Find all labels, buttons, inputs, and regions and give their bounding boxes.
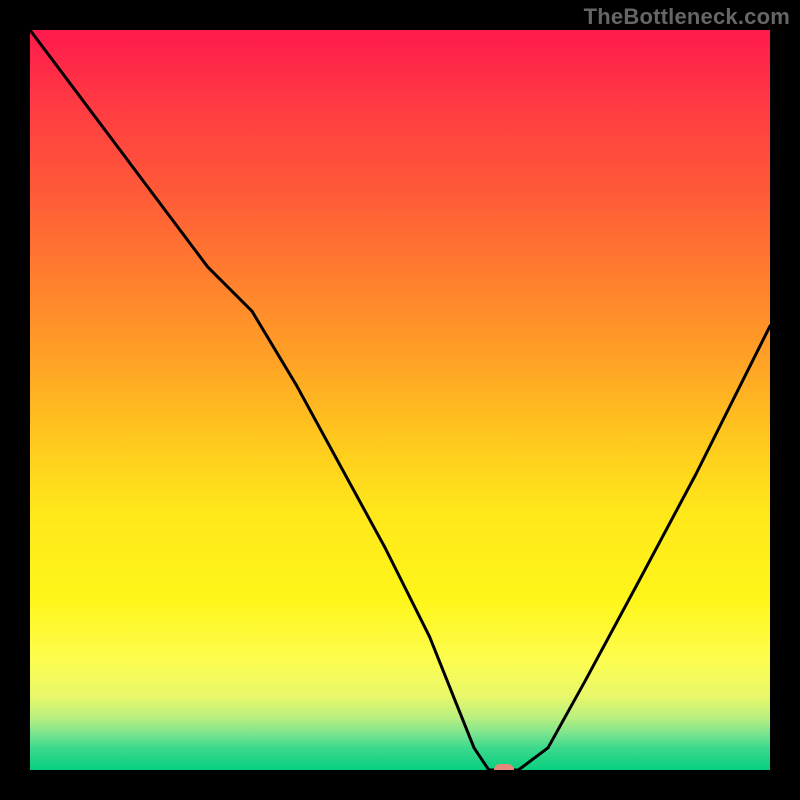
line-series: [30, 30, 770, 770]
plot-area: [30, 30, 770, 770]
marker-dot: [494, 764, 514, 770]
chart-frame: TheBottleneck.com: [0, 0, 800, 800]
watermark-label: TheBottleneck.com: [584, 4, 790, 30]
